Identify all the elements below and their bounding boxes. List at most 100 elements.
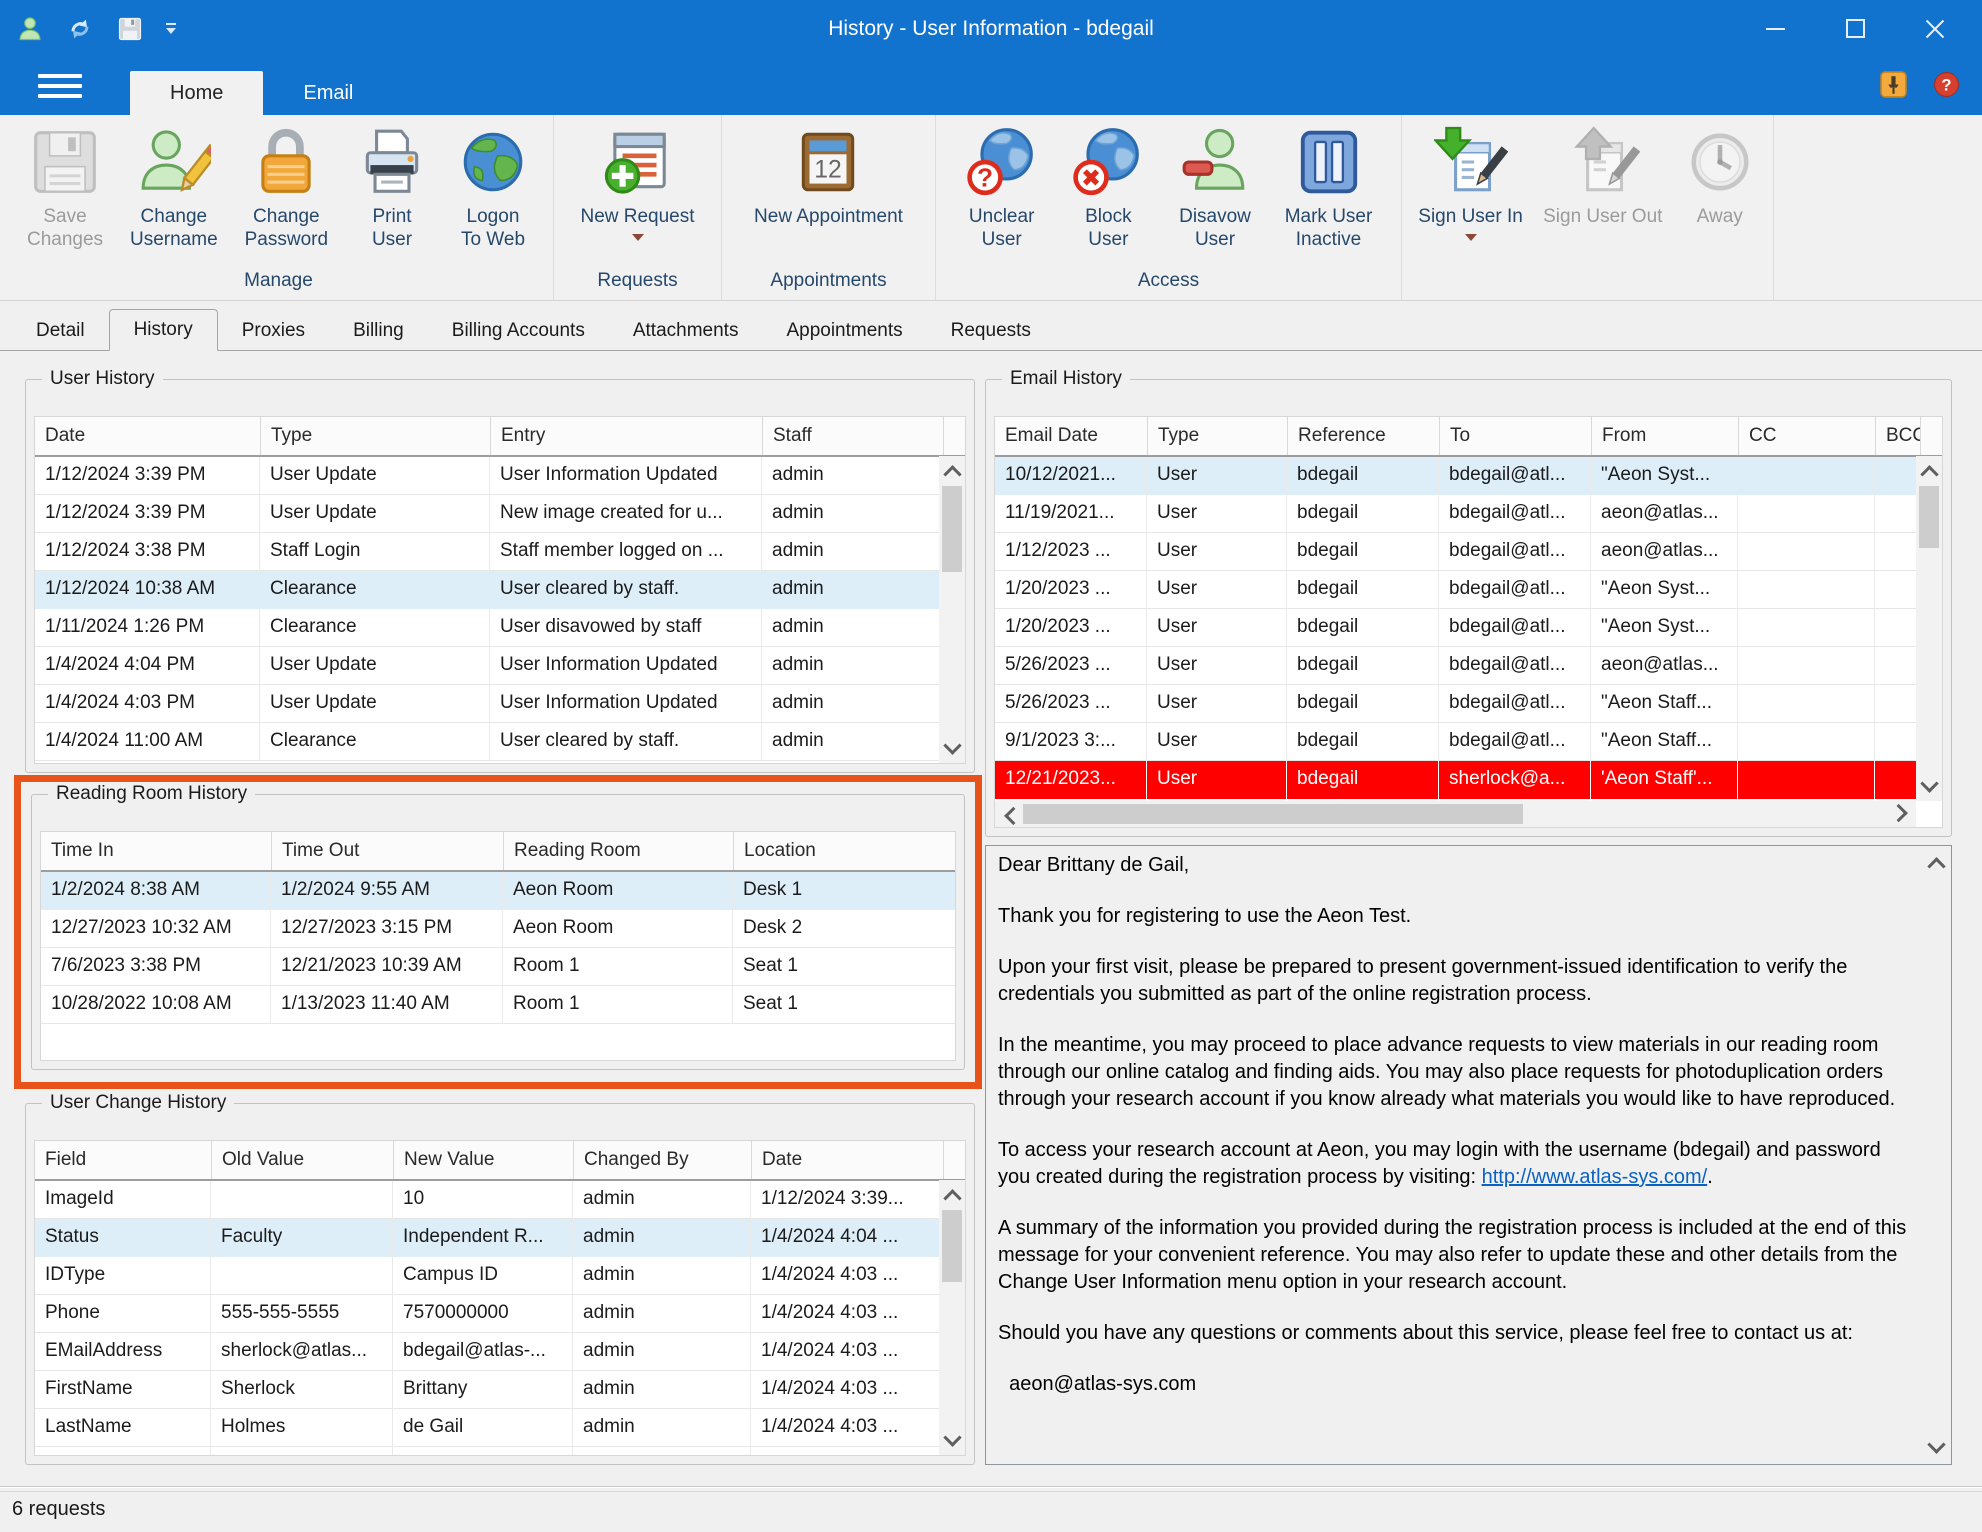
scroll-up-icon[interactable] — [939, 1182, 965, 1208]
change-username-button[interactable]: Change Username — [126, 123, 222, 253]
scroll-down-icon[interactable] — [939, 735, 965, 761]
logon-to-web-button[interactable]: Logon To Web — [452, 123, 534, 253]
table-row[interactable]: Phone 555-555-5555 7570000000 admin 1/4/2024… — [35, 1295, 939, 1333]
table-row[interactable]: 1/12/2024 3:38 PM Staff Login Staff member… — [35, 533, 939, 571]
column-header-entry[interactable]: Entry — [490, 417, 762, 455]
new-appointment-button[interactable]: 12 New Appointment — [750, 123, 907, 230]
help-icon[interactable]: ? — [1933, 71, 1960, 98]
mark-user-inactive-button[interactable]: Mark User Inactive — [1281, 123, 1377, 253]
email-preview-panel[interactable]: Dear Brittany de Gail, Thank you for regi… — [985, 845, 1952, 1465]
table-row[interactable]: 1/12/2024 3:39 PM User Update User Informa… — [35, 457, 939, 495]
ribbon-tab-email[interactable]: Email — [263, 71, 393, 115]
column-header-type[interactable]: Type — [260, 417, 490, 455]
scrollbar-thumb[interactable] — [942, 1210, 962, 1282]
column-header-bcc[interactable]: BCC — [1875, 417, 1920, 455]
table-row[interactable]: 11/19/2021... User bdegail bdegail@atl... ae… — [995, 495, 1916, 533]
tab-proxies[interactable]: Proxies — [218, 311, 329, 351]
table-row[interactable]: 1/12/2024 3:39 PM User Update New image cr… — [35, 495, 939, 533]
email-link[interactable]: http://www.atlas-sys.com/ — [1482, 1166, 1708, 1188]
tab-requests[interactable]: Requests — [927, 311, 1055, 351]
table-row[interactable]: EMailAddress sherlock@atlas... bdegail@atl… — [35, 1333, 939, 1371]
scroll-down-icon[interactable] — [1923, 1434, 1949, 1460]
table-row[interactable]: 1/4/2024 4:03 PM User Update User Informat… — [35, 685, 939, 723]
column-header-from[interactable]: From — [1591, 417, 1738, 455]
column-header-email-date[interactable]: Email Date — [995, 417, 1147, 455]
table-row[interactable]: 1/4/2024 11:00 AM Clearance User cleared b… — [35, 723, 939, 761]
close-button[interactable] — [1924, 18, 1946, 40]
tab-attachments[interactable]: Attachments — [609, 311, 763, 351]
maximize-button[interactable] — [1844, 18, 1866, 40]
user-history-vertical-scrollbar[interactable] — [939, 456, 965, 763]
table-row[interactable]: LastName Holmes de Gail admin 1/4/2024 4:03 … — [35, 1409, 939, 1447]
scroll-up-icon[interactable] — [939, 458, 965, 484]
tab-appointments[interactable]: Appointments — [762, 311, 926, 351]
sync-icon[interactable] — [66, 15, 94, 43]
table-row[interactable]: FirstName Sherlock Brittany admin 1/4/2024 4… — [35, 1371, 939, 1409]
new-request-button[interactable]: New Request — [576, 123, 698, 243]
column-header-to[interactable]: To — [1439, 417, 1591, 455]
tab-billing[interactable]: Billing — [329, 311, 428, 351]
column-header-changed-by[interactable]: Changed By — [573, 1141, 751, 1179]
scroll-up-icon[interactable] — [1916, 458, 1942, 484]
table-row[interactable]: 9/1/2023 3:... User bdegail bdegail@atl... "… — [995, 723, 1916, 761]
ribbon-tab-home[interactable]: Home — [130, 71, 264, 115]
disavow-user-button[interactable]: Disavow User — [1174, 123, 1256, 253]
email-history-horizontal-scrollbar[interactable] — [995, 801, 1916, 827]
scroll-up-icon[interactable] — [1923, 850, 1949, 876]
email-preview-scrollbar[interactable] — [1923, 848, 1949, 1462]
scroll-left-icon[interactable] — [997, 801, 1023, 827]
table-row[interactable]: 10/28/2022 10:08 AM 1/13/2023 11:40 AM Roo… — [41, 986, 955, 1024]
tab-billing-accounts[interactable]: Billing Accounts — [428, 311, 609, 351]
column-header-location[interactable]: Location — [733, 832, 955, 870]
table-row[interactable]: IDType Campus ID admin 1/4/2024 4:03 ... — [35, 1257, 939, 1295]
user-change-vertical-scrollbar[interactable] — [939, 1180, 965, 1455]
save-icon[interactable] — [116, 15, 144, 43]
table-row[interactable]: 1/20/2023 ... User bdegail bdegail@atl... "A… — [995, 609, 1916, 647]
scroll-down-icon[interactable] — [939, 1427, 965, 1453]
column-header-old-value[interactable]: Old Value — [211, 1141, 393, 1179]
print-user-button[interactable]: Print User — [351, 123, 433, 253]
table-row[interactable]: 1/4/2024 4:04 PM User Update User Informat… — [35, 647, 939, 685]
user-icon[interactable] — [16, 15, 44, 43]
column-header-date[interactable]: Date — [35, 417, 260, 455]
table-row[interactable]: 1/12/2024 10:38 AM Clearance User cleared … — [35, 571, 939, 609]
scroll-down-icon[interactable] — [1916, 773, 1942, 799]
table-row[interactable]: 1/2/2024 8:38 AM 1/2/2024 9:55 AM Aeon Roo… — [41, 872, 955, 910]
column-header-cc[interactable]: CC — [1738, 417, 1875, 455]
table-row[interactable]: CountryUnited Stat... bdegail1/5/2023 4:0… — [35, 1447, 939, 1455]
table-row[interactable]: 1/12/2023 ... User bdegail bdegail@atl... ae… — [995, 533, 1916, 571]
column-header-new-value[interactable]: New Value — [393, 1141, 573, 1179]
column-header-staff[interactable]: Staff — [762, 417, 943, 455]
table-row[interactable]: 12/21/2023... User bdegail sherlock@a... 'Ae… — [995, 761, 1916, 799]
table-row[interactable]: 10/12/2021... User bdegail bdegail@atl... "A… — [995, 457, 1916, 495]
scrollbar-thumb[interactable] — [1919, 486, 1939, 548]
dropdown-caret-icon[interactable] — [631, 234, 644, 242]
scrollbar-thumb[interactable] — [942, 486, 962, 572]
table-row[interactable]: ImageId 10 admin 1/12/2024 3:39... — [35, 1181, 939, 1219]
column-header-reading-room[interactable]: Reading Room — [503, 832, 733, 870]
menu-icon[interactable] — [38, 74, 82, 98]
table-row[interactable]: 5/26/2023 ... User bdegail bdegail@atl... "A… — [995, 685, 1916, 723]
table-row[interactable]: 1/20/2023 ... User bdegail bdegail@atl... "A… — [995, 571, 1916, 609]
change-password-button[interactable]: Change Password — [241, 123, 332, 253]
table-row[interactable]: Status Faculty Independent R... admin 1/4/20… — [35, 1219, 939, 1257]
column-header-type[interactable]: Type — [1147, 417, 1287, 455]
toolbar-dropdown-caret[interactable] — [166, 23, 176, 34]
table-row[interactable]: 5/26/2023 ... User bdegail bdegail@atl... ae… — [995, 647, 1916, 685]
scrollbar-thumb[interactable] — [1023, 804, 1523, 824]
table-row[interactable]: 7/6/2023 3:38 PM 12/21/2023 10:39 AM Room … — [41, 948, 955, 986]
minimize-button[interactable] — [1764, 18, 1786, 40]
column-header-field[interactable]: Field — [35, 1141, 211, 1179]
sign-user-in-button[interactable]: Sign User In — [1414, 123, 1527, 243]
table-row[interactable]: 12/27/2023 10:32 AM 12/27/2023 3:15 PM Aeo… — [41, 910, 955, 948]
column-header-reference[interactable]: Reference — [1287, 417, 1439, 455]
pin-icon[interactable] — [1880, 71, 1907, 98]
column-header-time-out[interactable]: Time Out — [271, 832, 503, 870]
table-row[interactable]: 1/11/2024 1:26 PM Clearance User disavowed… — [35, 609, 939, 647]
dropdown-caret-icon[interactable] — [1464, 234, 1477, 242]
tab-history[interactable]: History — [108, 309, 218, 351]
tab-detail[interactable]: Detail — [12, 311, 109, 351]
column-header-date[interactable]: Date — [751, 1141, 943, 1179]
column-header-time-in[interactable]: Time In — [41, 832, 271, 870]
email-history-vertical-scrollbar[interactable] — [1916, 456, 1942, 801]
